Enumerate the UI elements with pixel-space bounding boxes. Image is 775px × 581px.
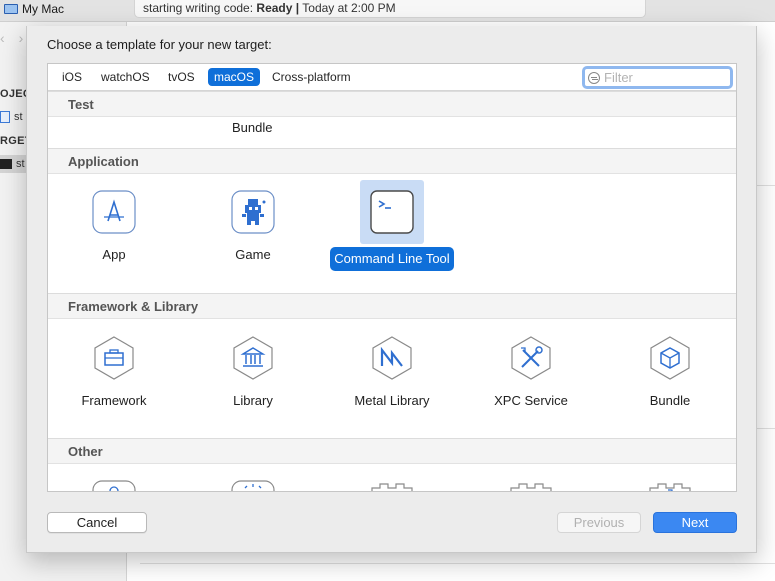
back-chevron-icon[interactable]: ‹ [0, 30, 5, 46]
activity-viewer: starting writing code: Ready | Today at … [134, 0, 646, 18]
cube-icon [648, 336, 692, 380]
other-template-icon [92, 480, 136, 491]
template-other-partial[interactable] [52, 480, 176, 491]
filter-field[interactable] [582, 66, 733, 89]
next-button[interactable]: Next [653, 512, 737, 533]
template-label: Framework [81, 393, 147, 408]
other-template-icon [231, 480, 275, 491]
other-template-icon [509, 480, 553, 491]
platform-tab-bar: iOS watchOS tvOS macOS Cross-platform [48, 64, 736, 91]
template-label: Metal Library [354, 393, 430, 408]
template-bundle[interactable]: Bundle [608, 336, 732, 426]
template-label: Library [233, 393, 273, 408]
editor-divider [140, 563, 775, 564]
template-label: App [102, 247, 126, 262]
template-game[interactable]: Game [191, 190, 315, 280]
section-header-test: Test [48, 91, 736, 117]
template-other-partial[interactable] [330, 480, 454, 491]
template-other-partial[interactable] [191, 480, 315, 491]
template-library[interactable]: Library [191, 336, 315, 426]
template-label: Bundle [649, 393, 691, 408]
previous-button[interactable]: Previous [557, 512, 641, 533]
activity-status: Ready [256, 1, 293, 15]
tab-cross-platform[interactable]: Cross-platform [266, 68, 357, 86]
project-list-item[interactable]: st [0, 108, 23, 126]
section-header-framework-library: Framework & Library [48, 293, 736, 319]
activity-time: Today at 2:00 PM [302, 1, 396, 15]
template-app[interactable]: App [52, 190, 176, 280]
template-chooser-sheet: Choose a template for your new target: i… [26, 26, 757, 553]
template-label: XPC Service [494, 393, 568, 408]
forward-chevron-icon[interactable]: › [19, 30, 24, 46]
template-label: Command Line Tool [330, 247, 454, 271]
section-header-other: Other [48, 438, 736, 464]
terminal-target-icon [0, 159, 12, 169]
template-other-partial[interactable] [469, 480, 593, 491]
metal-m-icon [370, 336, 414, 380]
terminal-icon [370, 190, 414, 234]
tab-watchos[interactable]: watchOS [95, 68, 156, 86]
tab-ios[interactable]: iOS [56, 68, 88, 86]
cancel-button[interactable]: Cancel [47, 512, 147, 533]
toolbox-icon [92, 336, 136, 380]
template-framework[interactable]: Framework [52, 336, 176, 426]
other-template-icon [648, 480, 692, 491]
template-metal-library[interactable]: Metal Library [330, 336, 454, 426]
tab-macos[interactable]: macOS [208, 68, 261, 86]
filter-icon [588, 71, 600, 84]
template-command-line-tool[interactable]: Command Line Tool [330, 180, 454, 280]
template-xpc-service[interactable]: XPC Service [469, 336, 593, 426]
sheet-title: Choose a template for your new target: [47, 37, 272, 52]
template-label: Game [235, 247, 271, 262]
other-template-icon [370, 480, 414, 491]
scheme-destination-label: My Mac [22, 2, 64, 16]
project-file-icon [0, 111, 10, 123]
tab-tvos[interactable]: tvOS [162, 68, 201, 86]
mac-icon [4, 4, 18, 14]
filter-input[interactable] [604, 70, 714, 85]
wrench-screwdriver-icon [509, 336, 553, 380]
game-sprite-icon [231, 190, 275, 234]
template-panel: iOS watchOS tvOS macOS Cross-platform Te… [47, 63, 737, 492]
scheme-destination[interactable]: My Mac [0, 0, 68, 18]
template-other-partial[interactable] [608, 480, 732, 491]
section-header-application: Application [48, 148, 736, 174]
test-bundle-label[interactable]: Bundle [232, 120, 272, 135]
app-store-a-icon [92, 190, 136, 234]
target-list-item[interactable]: st [0, 155, 26, 173]
library-building-icon [231, 336, 275, 380]
